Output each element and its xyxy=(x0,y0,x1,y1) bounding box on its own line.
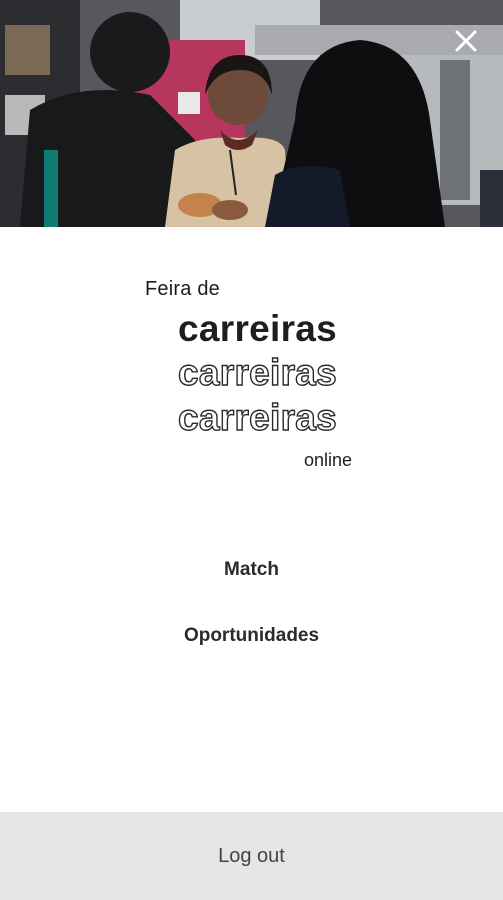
hero-photo xyxy=(0,0,503,227)
close-button[interactable] xyxy=(451,26,481,56)
logout-label: Log out xyxy=(218,844,285,867)
close-icon xyxy=(455,30,477,52)
menu-item-oportunidades[interactable]: Oportunidades xyxy=(0,625,503,647)
logo-outline-word-1: carreiras xyxy=(177,351,338,393)
menu-item-match[interactable]: Match xyxy=(0,559,503,581)
feira-de-carreiras-logo: Feira de carreiras carreiras carreiras o… xyxy=(0,270,503,480)
logo-suffix: online xyxy=(304,450,353,470)
logout-button[interactable]: Log out xyxy=(0,812,503,900)
logo-main-word: carreiras xyxy=(178,308,338,349)
logo-prefix: Feira de xyxy=(145,278,220,300)
logo-outline-word-2: carreiras xyxy=(177,396,338,438)
career-fair-photo xyxy=(0,0,503,227)
